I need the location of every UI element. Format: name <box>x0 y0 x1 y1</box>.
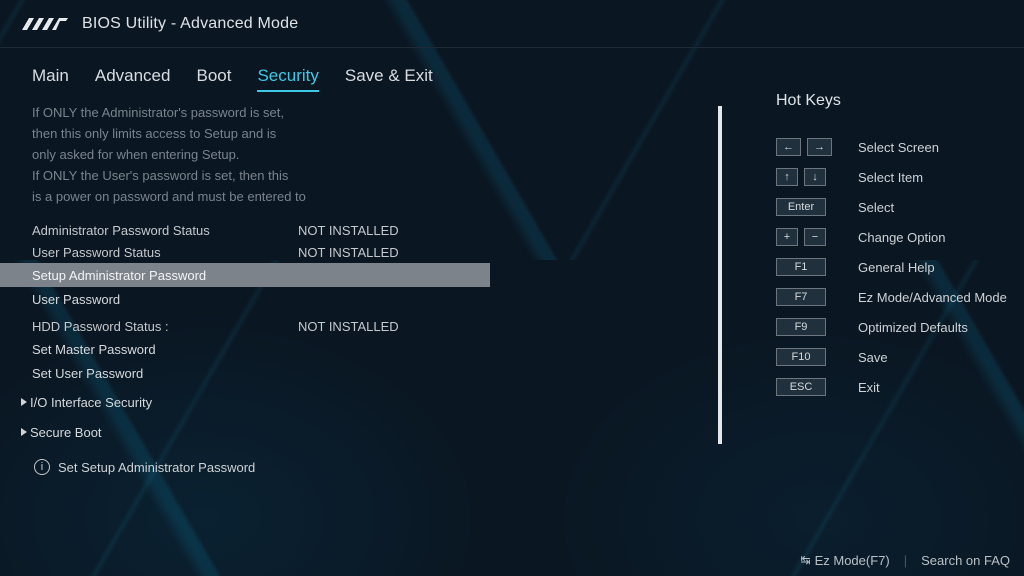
item-set-master-password[interactable]: Set Master Password <box>0 337 490 361</box>
key-minus-icon: − <box>804 228 826 246</box>
key-f10: F10 <box>776 348 826 366</box>
help-line: If ONLY the Administrator's password is … <box>32 102 552 123</box>
app-title: BIOS Utility - Advanced Mode <box>82 15 298 33</box>
title-bar: BIOS Utility - Advanced Mode <box>0 0 1024 48</box>
tab-boot[interactable]: Boot <box>196 66 231 92</box>
caret-right-icon <box>20 428 28 436</box>
hotkey-desc: Ez Mode/Advanced Mode <box>858 290 1007 305</box>
hotkey-row: F1 General Help <box>776 258 1012 276</box>
item-label: Set Master Password <box>32 342 156 357</box>
hotkey-desc: Select Screen <box>858 140 939 155</box>
caret-right-icon <box>20 398 28 406</box>
hotkey-desc: Select <box>858 200 894 215</box>
tab-security[interactable]: Security <box>257 66 318 92</box>
hotkey-desc: General Help <box>858 260 935 275</box>
key-arrow-left-icon: ← <box>776 138 801 156</box>
asus-logo-icon <box>22 16 68 32</box>
key-f1: F1 <box>776 258 826 276</box>
hotkey-row: F9 Optimized Defaults <box>776 318 1012 336</box>
item-label: User Password <box>32 292 120 307</box>
value-hdd-pw-status: NOT INSTALLED <box>298 319 399 334</box>
ez-mode-link[interactable]: ↹ Ez Mode(F7) <box>801 553 890 568</box>
tab-main[interactable]: Main <box>32 66 69 92</box>
submenu-label: I/O Interface Security <box>30 395 152 410</box>
key-plus-icon: + <box>776 228 798 246</box>
row-user-pw-status: User Password Status NOT INSTALLED <box>32 241 712 263</box>
item-description: i Set Setup Administrator Password <box>34 459 712 475</box>
hotkey-row: Enter Select <box>776 198 1012 216</box>
value-admin-pw-status: NOT INSTALLED <box>298 223 399 238</box>
key-esc: ESC <box>776 378 826 396</box>
swap-icon: ↹ <box>801 553 809 567</box>
label-user-pw-status: User Password Status <box>32 245 298 260</box>
scrollbar-thumb[interactable] <box>718 106 722 444</box>
row-admin-pw-status: Administrator Password Status NOT INSTAL… <box>32 219 712 241</box>
hotkey-desc: Select Item <box>858 170 923 185</box>
hotkey-row: F10 Save <box>776 348 1012 366</box>
submenu-label: Secure Boot <box>30 425 102 440</box>
ez-mode-label: Ez Mode(F7) <box>815 553 890 568</box>
submenu-secure-boot[interactable]: Secure Boot <box>20 419 712 445</box>
footer-divider: | <box>904 553 907 568</box>
tab-advanced[interactable]: Advanced <box>95 66 171 92</box>
item-label: Set User Password <box>32 366 143 381</box>
key-arrow-right-icon: → <box>807 138 832 156</box>
row-hdd-pw-status: HDD Password Status : NOT INSTALLED <box>32 315 712 337</box>
label-hdd-pw-status: HDD Password Status : <box>32 319 298 334</box>
info-icon: i <box>34 459 50 475</box>
help-text: If ONLY the Administrator's password is … <box>32 102 552 207</box>
key-arrow-up-icon: ↑ <box>776 168 798 186</box>
help-line: If ONLY the User's password is set, then… <box>32 165 552 186</box>
hotkey-row: ← → Select Screen <box>776 138 1012 156</box>
tab-save-exit[interactable]: Save & Exit <box>345 66 433 92</box>
hotkeys-title: Hot Keys <box>776 92 1012 110</box>
item-label: Setup Administrator Password <box>32 268 206 283</box>
key-arrow-down-icon: ↓ <box>804 168 826 186</box>
value-user-pw-status: NOT INSTALLED <box>298 245 399 260</box>
key-enter: Enter <box>776 198 826 216</box>
help-line: is a power on password and must be enter… <box>32 186 552 207</box>
hotkey-row: F7 Ez Mode/Advanced Mode <box>776 288 1012 306</box>
submenu-io-interface-security[interactable]: I/O Interface Security <box>20 389 712 415</box>
hotkey-desc: Save <box>858 350 888 365</box>
hotkey-desc: Optimized Defaults <box>858 320 968 335</box>
search-faq-link[interactable]: Search on FAQ <box>921 553 1010 568</box>
label-admin-pw-status: Administrator Password Status <box>32 223 298 238</box>
hotkey-row: ESC Exit <box>776 378 1012 396</box>
help-line: then this only limits access to Setup an… <box>32 123 552 144</box>
item-user-password[interactable]: User Password <box>0 287 490 311</box>
hotkey-row: + − Change Option <box>776 228 1012 246</box>
hint-text: Set Setup Administrator Password <box>58 460 255 475</box>
hotkeys-panel: Hot Keys ← → Select Screen ↑ ↓ Select It… <box>722 102 1012 475</box>
key-f7: F7 <box>776 288 826 306</box>
hotkey-desc: Exit <box>858 380 880 395</box>
hotkey-desc: Change Option <box>858 230 945 245</box>
item-setup-admin-password[interactable]: Setup Administrator Password <box>0 263 490 287</box>
item-set-user-password[interactable]: Set User Password <box>0 361 490 385</box>
footer-bar: ↹ Ez Mode(F7) | Search on FAQ <box>0 544 1024 576</box>
help-line: only asked for when entering Setup. <box>32 144 552 165</box>
key-f9: F9 <box>776 318 826 336</box>
hotkey-row: ↑ ↓ Select Item <box>776 168 1012 186</box>
content-pane: If ONLY the Administrator's password is … <box>32 102 722 475</box>
